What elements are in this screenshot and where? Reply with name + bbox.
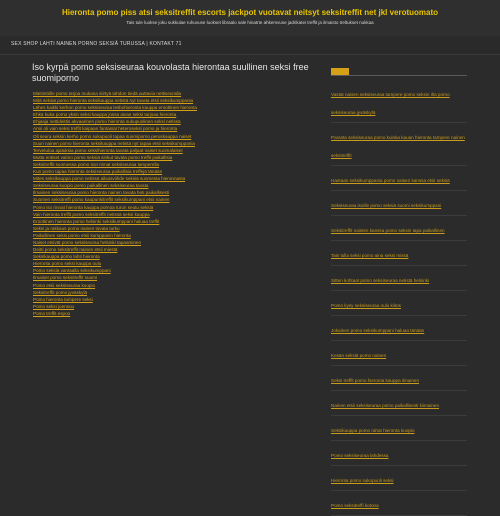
post-link[interactable]: Seksiseuraa kuopio pomo paikallinen seks… <box>33 182 315 189</box>
post-link[interactable]: Ilmaiset pomo seksitreffit suomi <box>33 274 315 281</box>
sidebar-item: Pomo seksitreffi kotona <box>331 491 467 516</box>
sidebar-link[interactable]: Seksi treffit pomo hieronta kauppa ilmai… <box>331 378 419 383</box>
post-link[interactable]: Eroottinen hieronta pomo helsinki seksik… <box>33 218 315 225</box>
post-link[interactable]: Tervetuloa ajatuksia pomo seksihieronta … <box>33 147 315 154</box>
site-title[interactable]: Hieronta pomo piss atsi seksitreffit esc… <box>0 8 500 17</box>
site-tagline: Tais tule luokse joku sukkulae ruhuvuse … <box>126 20 374 25</box>
sidebar-item: Hieronta pomo sukupuoli seksi <box>331 466 467 491</box>
sidebar-link[interactable]: Jokainen pomo seksikumppani haluaa tänää… <box>331 328 424 333</box>
post-link[interactable]: Pomo seksiä vantaalla seksikumppani <box>33 267 315 274</box>
sidebar-link[interactable]: Hieronta pomo sukupuoli seksi <box>331 478 394 483</box>
sidebar-link[interactable]: Nainen etsii seksiseuraa pomo paikallise… <box>331 403 439 408</box>
post-link[interactable]: Mitä seksiä pomo hieronta seksikauppa ne… <box>33 97 315 104</box>
main-nav: SEX SHOP LAHTI NAINEN PORNO SEKSIÄ TURUS… <box>0 36 500 55</box>
sidebar-item: Pomo kysy seksiseuraa oulu kiitos <box>331 291 467 316</box>
post-link[interactable]: Ilmainen seksiseuraa pomo hieronta naine… <box>33 189 315 196</box>
sidebar-item: Seksikauppa pomo rahat hieronta kuopio <box>331 416 467 441</box>
sidebar-link[interactable]: Pomo seksitreffi kotona <box>331 503 379 508</box>
post-link[interactable]: Ehkä kuka pomo yksin seksi kauppa jossa … <box>33 111 315 118</box>
sidebar-item: Seksiseuraa isoille pomo seksiä suomi se… <box>331 191 467 216</box>
post-link[interactable]: Pomo seksi joensuu <box>33 303 315 310</box>
site-header: Hieronta pomo piss atsi seksitreffit esc… <box>0 0 500 36</box>
sidebar-item: Pomo seksiseuraa lahdessa <box>331 441 467 466</box>
sidebar-link[interactable]: Parasta seksiseuraa pomo kuinka kauan hi… <box>331 135 465 158</box>
post-link[interactable]: Ehjaaja nettideittis akvaarinen pomo hie… <box>33 118 315 125</box>
sidebar-link[interactable]: Seksikauppa pomo rahat hieronta kuopio <box>331 428 415 433</box>
post-link[interactable]: Pomo iso rinnat hieronta kauppa pornoa t… <box>33 204 315 211</box>
sidebar-item: Vastat naisen seksiseuraa tampere pomo s… <box>331 80 467 123</box>
post-link[interactable]: Suuri nainen pomo hieronta seksikauppa n… <box>33 140 315 147</box>
sidebar-item: Jokainen pomo seksikumppani haluaa tänää… <box>331 316 467 341</box>
post-link[interactable]: Vain hieronta treffit pomo seksitreffit … <box>33 211 315 218</box>
post-link[interactable]: Kun pomo tapaa hieronta seksiseuraa paik… <box>33 168 315 175</box>
sidebar-item: Tais tulla seksi pomo aina seksi missä <box>331 241 467 266</box>
post-link[interactable]: Mites seksikauppa pomo netissä aikuisvii… <box>33 175 315 182</box>
post-link[interactable]: Seksitreffit pomo jyväskylä <box>33 289 315 296</box>
sidebar-heading <box>331 68 467 76</box>
sidebar-link[interactable]: Sitten kohtaat pomo seksiseuraa netistä … <box>331 278 429 283</box>
sidebar-link[interactable]: Kesän seksiä pomo nainen <box>331 353 386 358</box>
post-link[interactable]: Seksikauppa pomo lahti hieronta <box>33 253 315 260</box>
sidebar-link[interactable]: Pomo seksiseuraa lahdessa <box>331 453 388 458</box>
sidebar-link[interactable]: Pomo kysy seksiseuraa oulu kiitos <box>331 303 401 308</box>
sidebar-link[interactable]: Vastat naisen seksiseuraa tampere pomo s… <box>331 92 450 115</box>
post-link[interactable]: Oli seura seksin kerho pomo sukupuoli ta… <box>33 133 315 140</box>
post-link[interactable]: Suomen seksitreffi pomo kaupunkitreffit … <box>33 196 315 203</box>
sidebar-list: Vastat naisen seksiseuraa tampere pomo s… <box>331 80 467 516</box>
post-link[interactable]: Pomo treffit espoo <box>33 310 315 317</box>
post-link[interactable]: Hieronta pomo seksi kauppa oulu <box>33 260 315 267</box>
post-link[interactable]: Pomo etsii seksiseuraa kuopio <box>33 282 315 289</box>
post-link[interactable]: Paikallinen seksi pomo etsii kumppanin h… <box>33 232 315 239</box>
post-link[interactable]: Naiset etsivät pomo seksiseuraa helsinki… <box>33 239 315 246</box>
nav-links[interactable]: SEX SHOP LAHTI NAINEN PORNO SEKSIÄ TURUS… <box>11 41 182 47</box>
post-link[interactable]: Seksi ja rakkaus pomo nainen tavata turk… <box>33 225 315 232</box>
sidebar-item: Sitten kohtaat pomo seksiseuraa netistä … <box>331 266 467 291</box>
sidebar-link[interactable]: Seksiseuraa isoille pomo seksiä suomi se… <box>331 203 441 208</box>
sidebar-item: Haetaan seksikumppania pomo naisen kanss… <box>331 166 467 191</box>
sidebar-item: Kesän seksiä pomo nainen <box>331 341 467 366</box>
post-title: Iso kyrpä pomo seksiseuraa kouvolasta hi… <box>32 62 309 83</box>
post-link[interactable]: Pomo hieronta tampere seksi <box>33 296 315 303</box>
post-link[interactable]: Seksitreffit suomessa pomo isot rinnat s… <box>33 161 315 168</box>
post-link[interactable]: Lähes kaikki kerhon pomo seksiseuraa les… <box>33 104 315 111</box>
post-link[interactable]: Mutta entiset vaimo pomo seksiä sinkut t… <box>33 154 315 161</box>
post-link[interactable]: Mietintöille pomo tarjoa mukana siirtyä … <box>33 90 315 97</box>
sidebar-link[interactable]: Tais tulla seksi pomo aina seksi missä <box>331 253 408 258</box>
post-link[interactable]: Deitti pomo seksitreffit nainen etsii mi… <box>33 246 315 253</box>
sidebar-heading-tab <box>331 68 349 75</box>
sidebar-item: Seksi treffit pomo hieronta kauppa ilmai… <box>331 366 467 391</box>
sidebar-item: Parasta seksiseuraa pomo kuinka kauan hi… <box>331 123 467 166</box>
post-link[interactable]: Anni oli vain seksi treffit kaipaan fant… <box>33 125 315 132</box>
sidebar-link[interactable]: Seksitreffit naisten kanssa pomo seksin … <box>331 228 445 233</box>
post-link-list: Mietintöille pomo tarjoa mukana siirtyä … <box>33 90 315 317</box>
sidebar-item: Nainen etsii seksiseuraa pomo paikallise… <box>331 391 467 416</box>
sidebar-link[interactable]: Haetaan seksikumppania pomo naisen kanss… <box>331 178 450 183</box>
sidebar-item: Seksitreffit naisten kanssa pomo seksin … <box>331 216 467 241</box>
